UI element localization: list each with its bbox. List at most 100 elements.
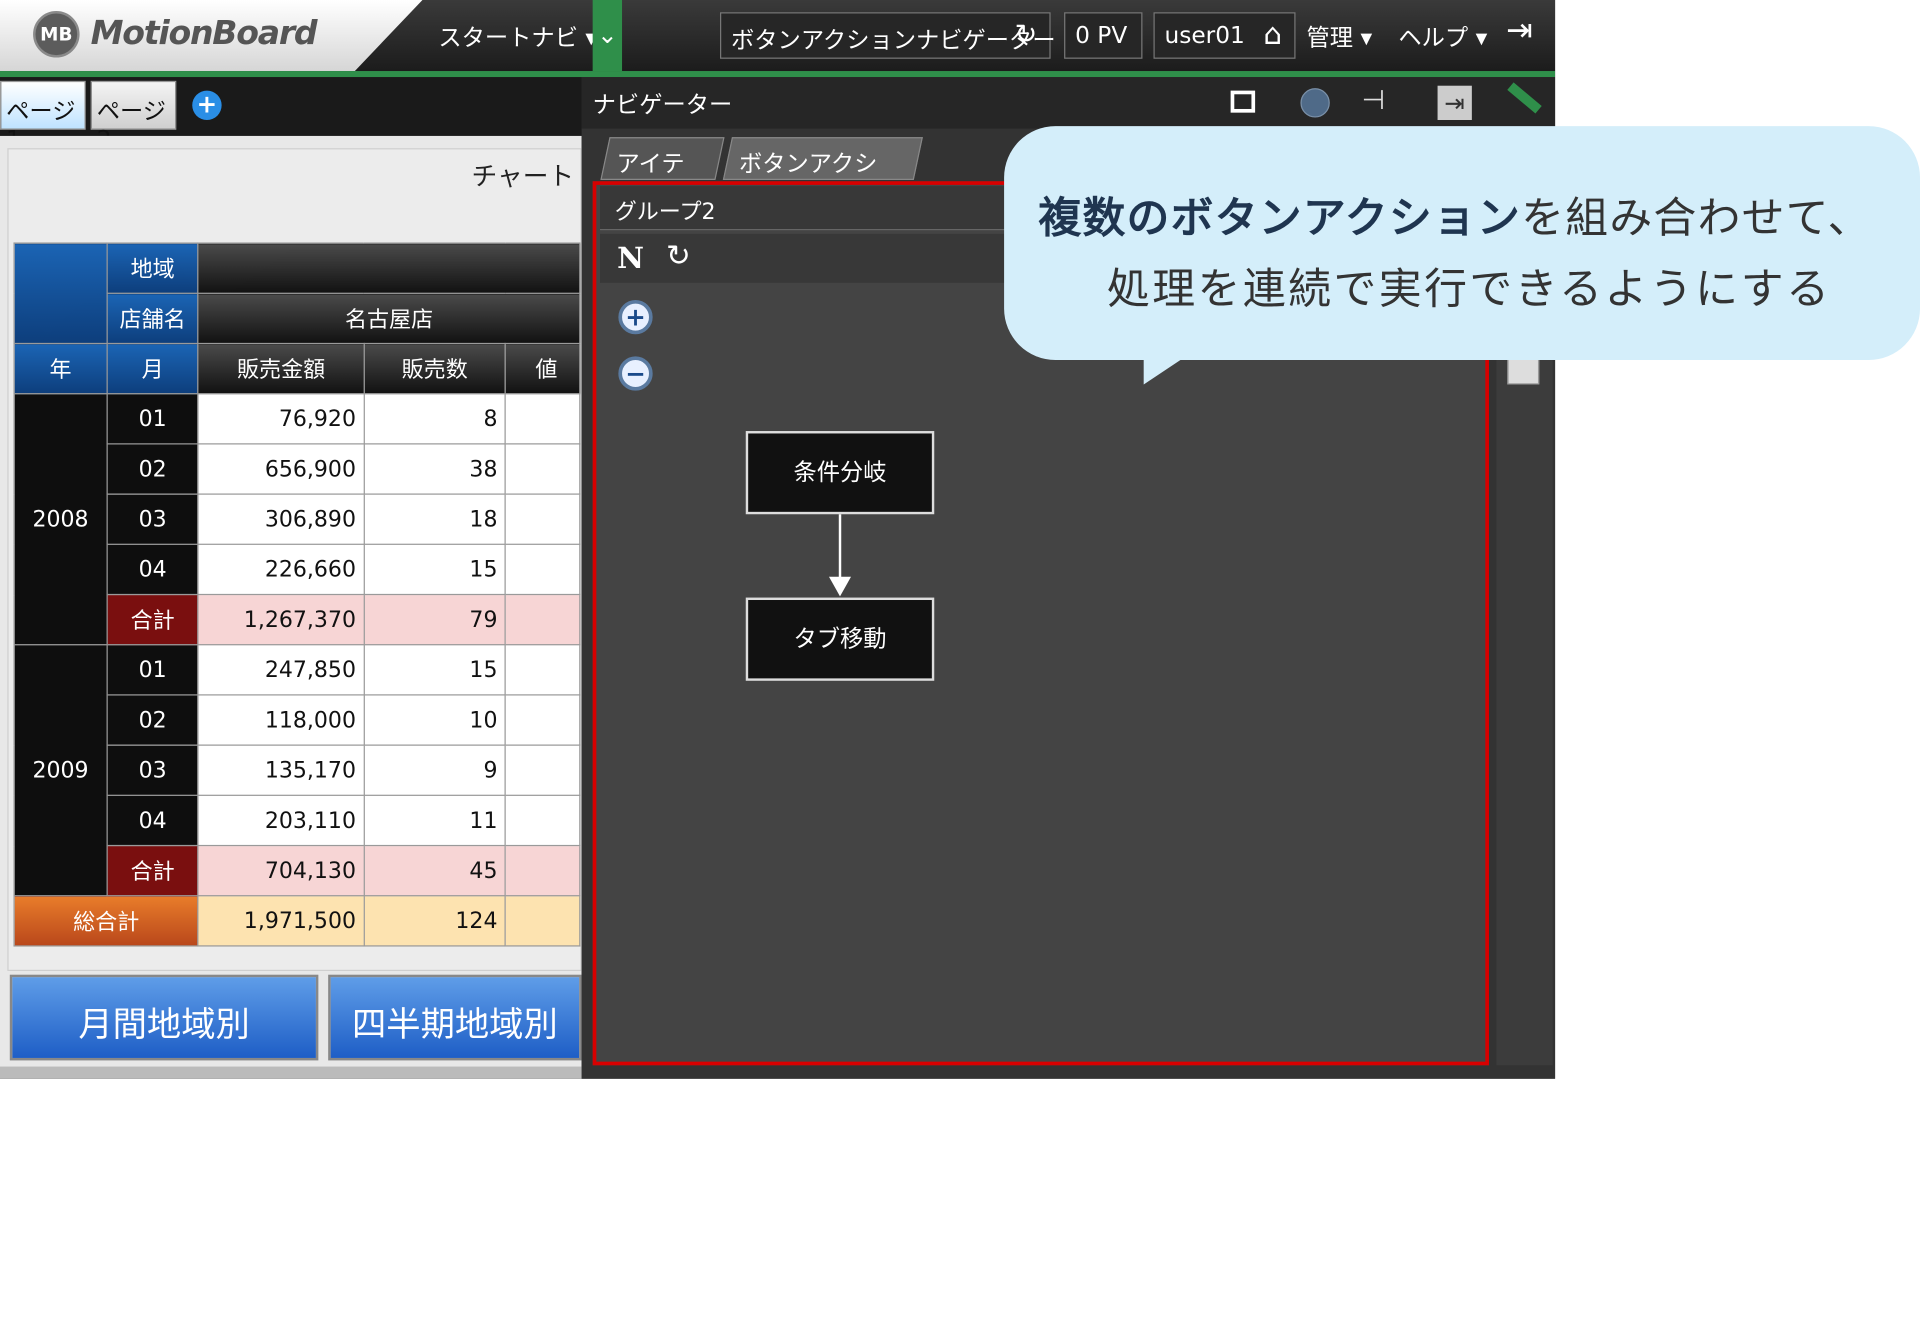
monthly-region-button[interactable]: 月間地域別 xyxy=(9,974,319,1061)
subtotal-label: 合計 xyxy=(106,844,199,897)
subtotal-price xyxy=(504,593,581,646)
subtotal-sales: 1,267,370 xyxy=(197,593,365,646)
month-cell: 04 xyxy=(106,543,199,596)
price-cell xyxy=(504,744,581,796)
group-name[interactable]: グループ2 xyxy=(600,186,1017,231)
callout-line2: 処理を連続で実行できるようにする xyxy=(1106,265,1832,315)
tab-page2[interactable]: ページ2 xyxy=(90,80,177,153)
quarterly-region-button[interactable]: 四半期地域別 xyxy=(328,974,582,1061)
count-cell: 15 xyxy=(363,644,507,696)
table-row: 総合計 1,971,500 124 xyxy=(13,895,581,947)
month-cell: 03 xyxy=(106,493,199,545)
grand-total-label: 総合計 xyxy=(13,895,199,947)
grand-total-sales: 1,971,500 xyxy=(197,895,365,947)
tab-page1[interactable]: ページ1 xyxy=(0,80,86,153)
month-cell: 03 xyxy=(106,744,199,796)
subtotal-label: 合計 xyxy=(106,593,199,646)
month-cell: 02 xyxy=(106,443,199,495)
store-header: 店舗名 xyxy=(106,292,199,345)
node-tab-move[interactable]: タブ移動 xyxy=(745,597,935,681)
user-name: user01 xyxy=(1164,22,1245,49)
month-header: 月 xyxy=(106,342,199,395)
new-node-icon[interactable]: N xyxy=(617,240,644,276)
count-cell: 18 xyxy=(363,493,507,545)
maximize-icon[interactable] xyxy=(1230,90,1256,113)
navigator-selector[interactable]: ボタンアクションナビゲーター ↻ xyxy=(720,12,1056,59)
count-cell: 8 xyxy=(363,393,507,445)
price-cell xyxy=(504,443,581,495)
page-tabs-bar xyxy=(0,77,582,136)
table-row: 年 月 販売金額 販売数 値 xyxy=(13,342,581,395)
price-cell xyxy=(504,694,581,746)
price-header: 値 xyxy=(504,342,581,395)
logo-badge: MB xyxy=(33,11,80,58)
sales-cell: 76,920 xyxy=(197,393,365,445)
month-cell: 01 xyxy=(106,644,199,696)
price-cell xyxy=(504,794,581,847)
count-cell: 38 xyxy=(363,443,507,495)
month-cell: 02 xyxy=(106,694,199,746)
zoom-in-icon[interactable]: + xyxy=(618,300,653,335)
logo-text: MotionBoard xyxy=(90,14,318,53)
year-header: 年 xyxy=(13,342,108,395)
pin-icon[interactable]: ⊣ xyxy=(1362,86,1385,117)
count-cell: 11 xyxy=(363,794,507,847)
month-cell: 01 xyxy=(106,393,199,445)
table-row: 地域 xyxy=(13,242,581,345)
add-page-icon[interactable]: + xyxy=(192,90,222,121)
node-condition-branch[interactable]: 条件分岐 xyxy=(745,431,935,515)
refresh-layout-icon[interactable]: ↻ xyxy=(666,239,691,273)
price-cell xyxy=(504,644,581,696)
count-cell: 9 xyxy=(363,744,507,796)
sales-cell: 203,110 xyxy=(197,794,365,847)
check-icon[interactable] xyxy=(1300,88,1330,118)
sales-cell: 656,900 xyxy=(197,443,365,495)
year-cell: 2009 xyxy=(13,644,108,897)
tab-items[interactable]: アイテム xyxy=(600,137,725,211)
region-value-cell xyxy=(197,242,581,294)
year-cell: 2008 xyxy=(13,393,108,646)
chart-item[interactable]: チャート 地域 店舗名 名古屋店 年 月 販売金額 販売数 値 2008 01 xyxy=(7,148,582,972)
dock-icon[interactable]: ⇥ xyxy=(1437,85,1472,121)
navigator-selector-label: ボタンアクションナビゲーター xyxy=(731,26,1056,54)
store-name-cell: 名古屋店 xyxy=(197,292,581,345)
callout-tail xyxy=(1143,355,1188,385)
price-cell xyxy=(504,493,581,545)
subtotal-price xyxy=(504,844,581,897)
start-navi-menu[interactable]: スタートナビ ▾ xyxy=(438,20,597,53)
pivot-table: 地域 店舗名 名古屋店 年 月 販売金額 販売数 値 2008 01 76,92… xyxy=(13,242,581,947)
price-cell xyxy=(504,393,581,445)
grand-total-count: 124 xyxy=(363,895,507,947)
sales-cell: 306,890 xyxy=(197,493,365,545)
expand-chevron-icon[interactable]: ⌄ xyxy=(592,0,623,72)
grand-total-price xyxy=(504,895,581,947)
help-menu[interactable]: ヘルプ ▾ xyxy=(1398,20,1487,53)
horizontal-scrollbar[interactable] xyxy=(0,1066,582,1079)
admin-menu[interactable]: 管理 ▾ xyxy=(1307,20,1373,53)
subtotal-count: 79 xyxy=(363,593,507,646)
zoom-out-icon[interactable]: − xyxy=(618,356,653,391)
user-box[interactable]: user01 ⌂ xyxy=(1153,12,1296,59)
table-row: 2009 01 247,850 15 xyxy=(13,644,581,897)
sales-cell: 118,000 xyxy=(197,694,365,746)
pv-counter: 0 PV xyxy=(1064,12,1143,59)
region-header: 地域 xyxy=(106,242,199,294)
sales-cell: 135,170 xyxy=(197,744,365,796)
logo-area: MB MotionBoard xyxy=(0,0,423,72)
editor-toolbar: N ↻ xyxy=(600,233,1017,283)
subtotal-sales: 704,130 xyxy=(197,844,365,897)
refresh-icon[interactable]: ↻ xyxy=(1015,20,1038,51)
price-cell xyxy=(504,543,581,596)
flow-connector xyxy=(838,514,842,578)
count-cell: 10 xyxy=(363,694,507,746)
subtotal-count: 45 xyxy=(363,844,507,897)
sales-header: 販売金額 xyxy=(197,342,365,395)
logout-icon[interactable]: ⇥ xyxy=(1506,12,1533,49)
navigator-title: ナビゲーター xyxy=(592,91,733,119)
tab-button-action[interactable]: ボタンアクション xyxy=(722,137,923,211)
chart-title: チャート xyxy=(471,161,575,192)
home-icon[interactable]: ⌂ xyxy=(1263,17,1282,51)
callout-line1: 複数のボタンアクションを組み合わせて、 xyxy=(1038,184,1871,246)
callout-line1-rest: を組み合わせて、 xyxy=(1521,194,1872,244)
count-header: 販売数 xyxy=(363,342,507,395)
